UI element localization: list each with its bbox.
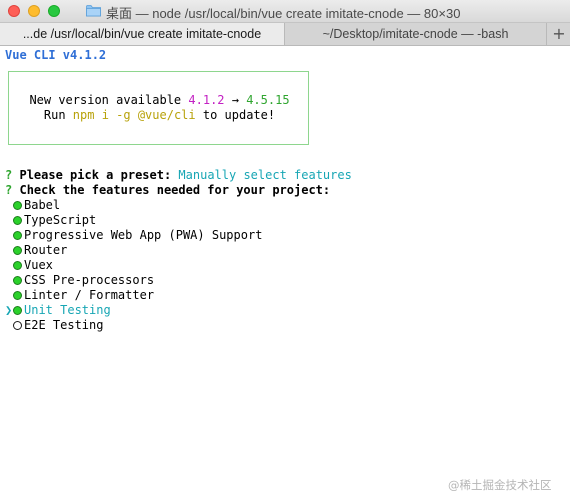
- preset-question: Please pick a preset:: [19, 168, 172, 182]
- radio-checked-icon[interactable]: [13, 291, 22, 300]
- feature-label: Unit Testing: [24, 303, 111, 317]
- close-button[interactable]: [8, 5, 20, 17]
- feature-option[interactable]: Progressive Web App (PWA) Support: [5, 228, 262, 243]
- feature-label: CSS Pre-processors: [24, 273, 155, 287]
- window-title: 桌面 — node /usr/local/bin/vue create imit…: [106, 6, 461, 21]
- prompt-question-icon: ?: [5, 168, 13, 182]
- minimize-button[interactable]: [28, 5, 40, 17]
- tab-vue-create[interactable]: ...de /usr/local/bin/vue create imitate-…: [0, 23, 285, 45]
- feature-option[interactable]: Linter / Formatter: [5, 288, 154, 303]
- tab-bash[interactable]: ~/Desktop/imitate-cnode — -bash: [285, 23, 546, 45]
- feature-label: TypeScript: [24, 213, 97, 227]
- feature-option[interactable]: CSS Pre-processors: [5, 273, 154, 288]
- radio-checked-icon[interactable]: [13, 261, 22, 270]
- current-version: 4.1.2: [188, 93, 225, 107]
- radio-checked-icon[interactable]: [13, 201, 22, 210]
- update-available-line: New version available 4.1.2 → 4.5.15: [9, 93, 310, 108]
- feature-label: Progressive Web App (PWA) Support: [24, 228, 263, 242]
- to-update-text: to update!: [195, 108, 276, 122]
- feature-label: Router: [24, 243, 68, 257]
- arrow-icon: →: [224, 93, 247, 107]
- feature-option[interactable]: Router: [5, 243, 67, 258]
- cursor-pointer-icon: ❯: [5, 303, 13, 317]
- feature-option[interactable]: E2E Testing: [5, 318, 103, 333]
- radio-checked-icon[interactable]: [13, 306, 22, 315]
- preset-answer: Manually select features: [178, 168, 352, 182]
- update-available-text: New version available: [29, 93, 189, 107]
- radio-checked-icon[interactable]: [13, 276, 22, 285]
- features-prompt: ? Check the features needed for your pro…: [5, 183, 330, 198]
- update-notice-box: New version available 4.1.2 → 4.5.15 Run…: [8, 71, 309, 145]
- terminal-window: 桌面 — node /usr/local/bin/vue create imit…: [0, 0, 570, 503]
- preset-prompt: ? Please pick a preset: Manually select …: [5, 168, 352, 183]
- update-command-line: Run npm i -g @vue/cli to update!: [9, 108, 310, 123]
- tab-bar: ...de /usr/local/bin/vue create imitate-…: [0, 23, 570, 46]
- radio-unchecked-icon[interactable]: [13, 321, 22, 330]
- update-command: npm i -g @vue/cli: [72, 108, 196, 122]
- cli-version-header: Vue CLI v4.1.2: [5, 48, 107, 62]
- new-version: 4.5.15: [246, 93, 290, 107]
- folder-icon: [86, 5, 101, 17]
- radio-checked-icon[interactable]: [13, 246, 22, 255]
- feature-option[interactable]: ❯ Unit Testing: [5, 303, 111, 318]
- new-tab-button[interactable]: +: [546, 23, 570, 45]
- feature-option[interactable]: Babel: [5, 198, 60, 213]
- feature-option[interactable]: TypeScript: [5, 213, 96, 228]
- maximize-button[interactable]: [48, 5, 60, 17]
- radio-checked-icon[interactable]: [13, 216, 22, 225]
- feature-label: Linter / Formatter: [24, 288, 155, 302]
- feature-label: Vuex: [24, 258, 53, 272]
- watermark: @稀土掘金技术社区: [448, 478, 552, 492]
- feature-label: Babel: [24, 198, 61, 212]
- prompt-question-icon: ?: [5, 183, 13, 197]
- radio-checked-icon[interactable]: [13, 231, 22, 240]
- terminal-output[interactable]: Vue CLI v4.1.2 New version available 4.1…: [5, 47, 565, 487]
- run-text: Run: [43, 108, 73, 122]
- feature-label: E2E Testing: [24, 318, 104, 332]
- title-bar: 桌面 — node /usr/local/bin/vue create imit…: [0, 0, 570, 23]
- feature-option[interactable]: Vuex: [5, 258, 53, 273]
- features-question: Check the features needed for your proje…: [19, 183, 331, 197]
